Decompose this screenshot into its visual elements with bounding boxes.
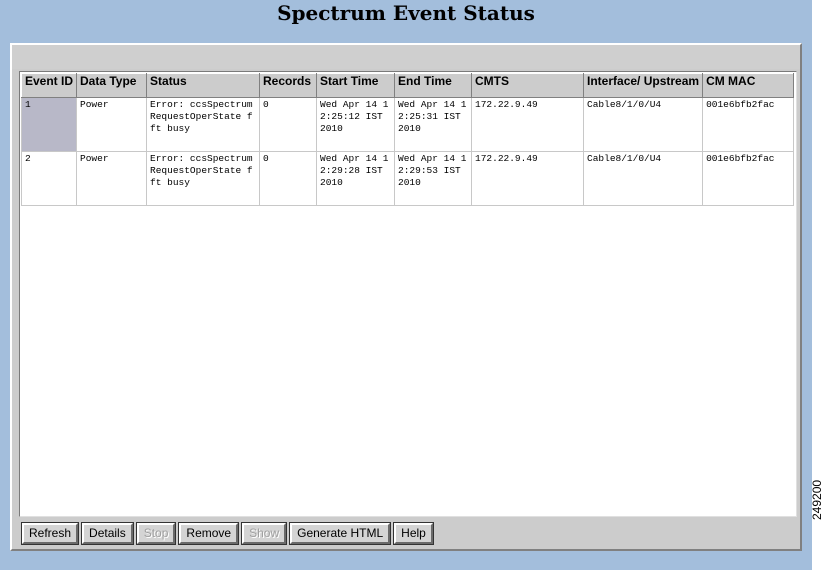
cell-cm-mac: 001e6bfb2fac (702, 151, 795, 206)
table-row[interactable]: 2 Power Error: ccsSpectrumRequestOperSta… (20, 151, 795, 206)
main-panel: Event ID Data Type Status Records Start … (10, 43, 802, 551)
cell-records: 0 (259, 151, 318, 206)
column-header-records[interactable]: Records (259, 73, 318, 98)
cell-status: Error: ccsSpectrumRequestOperState fft b… (146, 151, 261, 206)
help-button[interactable]: Help (393, 522, 434, 545)
generate-html-button[interactable]: Generate HTML (289, 522, 392, 545)
cell-status: Error: ccsSpectrumRequestOperState fft b… (146, 97, 261, 152)
cell-start-time: Wed Apr 14 12:25:12 IST 2010 (316, 97, 396, 152)
window-frame: Spectrum Event Status Event ID Data Type… (0, 0, 812, 570)
cell-interface-upstream: Cable8/1/0/U4 (583, 151, 704, 206)
cell-records: 0 (259, 97, 318, 152)
cell-cmts: 172.22.9.49 (471, 151, 585, 206)
cell-data-type: Power (76, 151, 148, 206)
column-header-start-time[interactable]: Start Time (316, 73, 396, 98)
toolbar-area (12, 45, 800, 69)
column-header-cm-mac[interactable]: CM MAC (702, 73, 795, 98)
figure-number: 249200 (810, 479, 824, 520)
refresh-button[interactable]: Refresh (20, 522, 80, 545)
cell-cm-mac: 001e6bfb2fac (702, 97, 795, 152)
table-row[interactable]: 1 Power Error: ccsSpectrumRequestOperSta… (20, 97, 795, 152)
cell-data-type: Power (76, 97, 148, 152)
event-table-area[interactable]: Event ID Data Type Status Records Start … (19, 71, 797, 517)
column-header-end-time[interactable]: End Time (394, 73, 473, 98)
column-header-status[interactable]: Status (146, 73, 261, 98)
table-header-row: Event ID Data Type Status Records Start … (20, 73, 795, 98)
cell-event-id: 2 (20, 151, 78, 206)
event-table: Event ID Data Type Status Records Start … (20, 73, 795, 206)
cell-start-time: Wed Apr 14 12:29:28 IST 2010 (316, 151, 396, 206)
remove-button[interactable]: Remove (178, 522, 240, 545)
cell-end-time: Wed Apr 14 12:29:53 IST 2010 (394, 151, 473, 206)
column-header-data-type[interactable]: Data Type (76, 73, 148, 98)
cell-event-id: 1 (20, 97, 78, 152)
column-header-cmts[interactable]: CMTS (471, 73, 585, 98)
column-header-interface-upstream[interactable]: Interface/ Upstream (583, 73, 704, 98)
cell-interface-upstream: Cable8/1/0/U4 (583, 97, 704, 152)
button-bar: Refresh Details Stop Remove Show Generat… (20, 522, 434, 545)
stop-button[interactable]: Stop (135, 522, 177, 545)
details-button[interactable]: Details (81, 522, 134, 545)
column-header-event-id[interactable]: Event ID (20, 73, 78, 98)
cell-cmts: 172.22.9.49 (471, 97, 585, 152)
cell-end-time: Wed Apr 14 12:25:31 IST 2010 (394, 97, 473, 152)
page-title: Spectrum Event Status (277, 1, 535, 25)
show-button[interactable]: Show (241, 522, 288, 545)
